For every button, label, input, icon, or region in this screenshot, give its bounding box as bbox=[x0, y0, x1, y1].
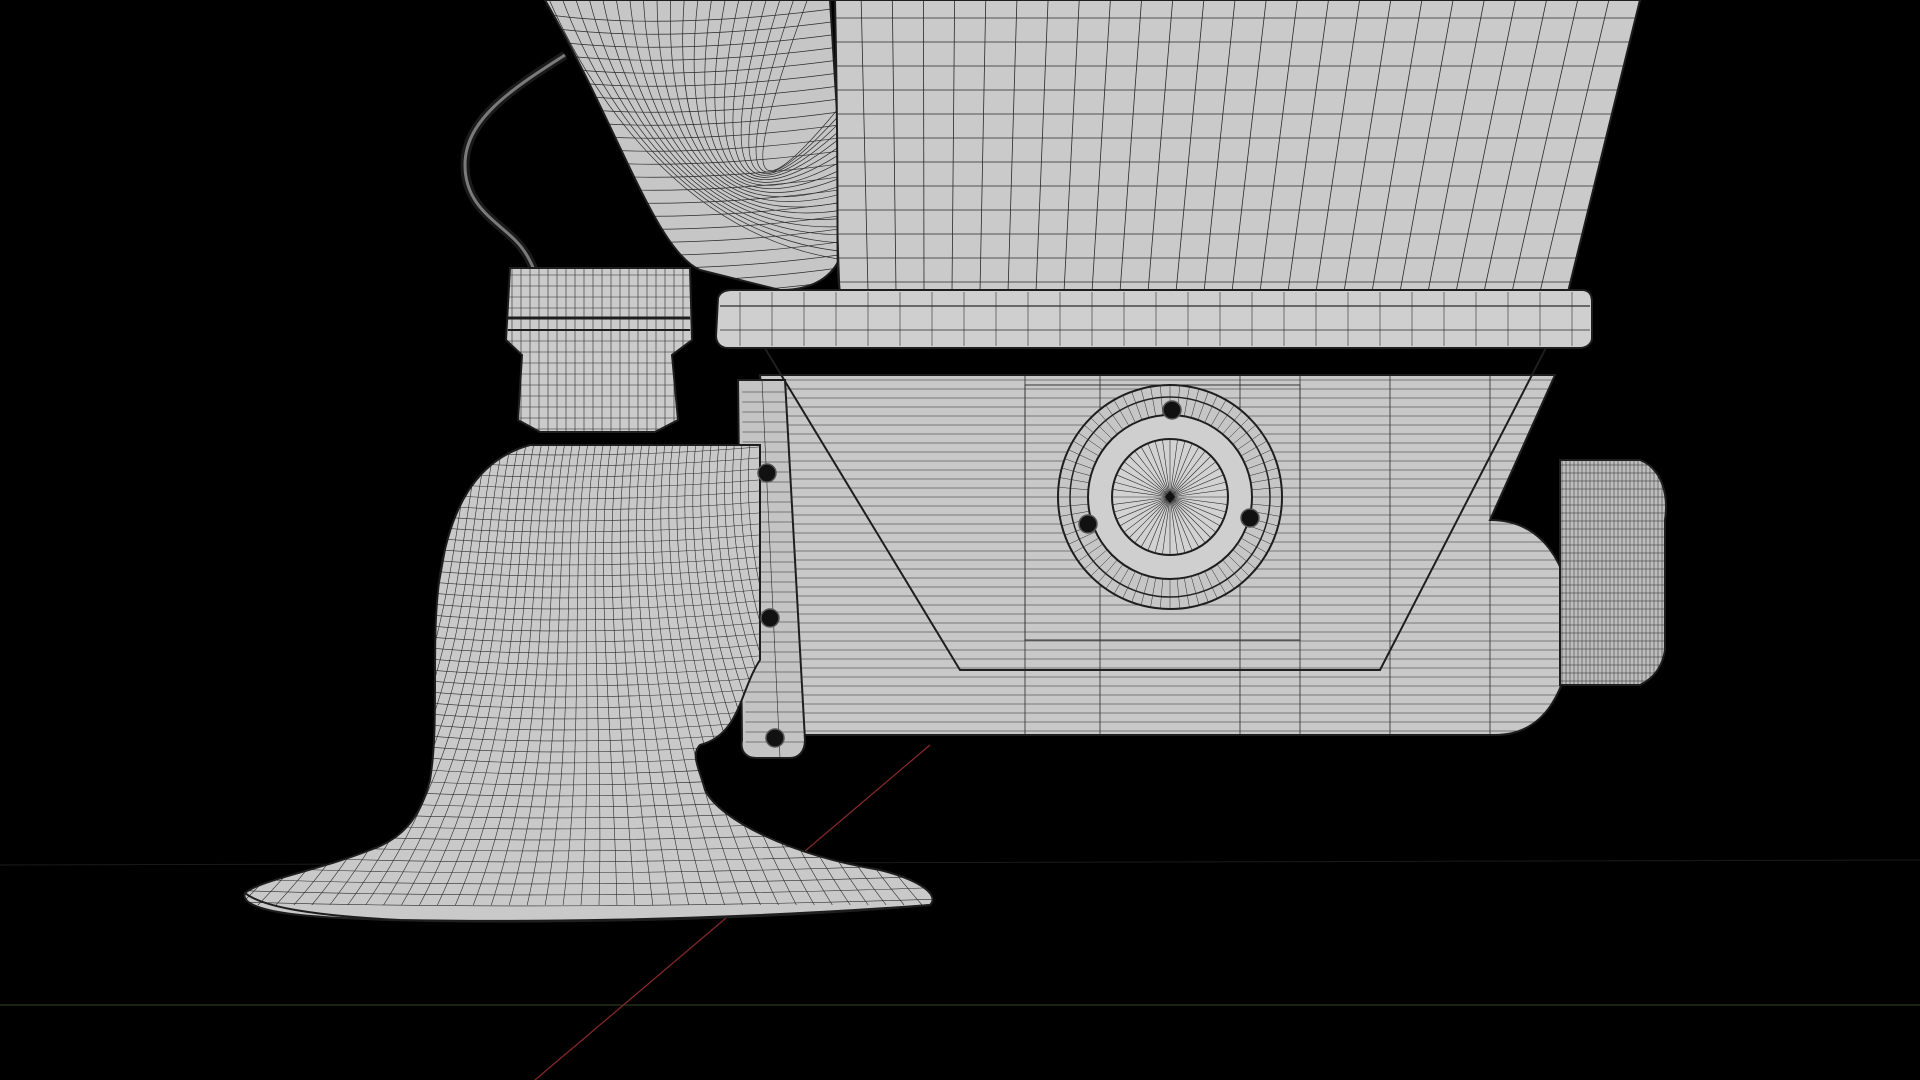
screw-head bbox=[1162, 400, 1182, 420]
hopper-funnel bbox=[544, 0, 846, 291]
3d-viewport[interactable] bbox=[0, 0, 1920, 1080]
horizon-line bbox=[0, 859, 1920, 866]
cable bbox=[460, 51, 568, 274]
screw-head bbox=[765, 728, 785, 748]
collar-fitting bbox=[505, 267, 693, 433]
screw-head bbox=[1078, 514, 1098, 534]
top-flange bbox=[714, 289, 1593, 349]
wireframe-scene[interactable] bbox=[0, 0, 1920, 1080]
front-knob bbox=[1559, 459, 1667, 686]
screw-head bbox=[760, 608, 780, 628]
screw-head bbox=[1240, 508, 1260, 528]
screw-head bbox=[757, 463, 777, 483]
